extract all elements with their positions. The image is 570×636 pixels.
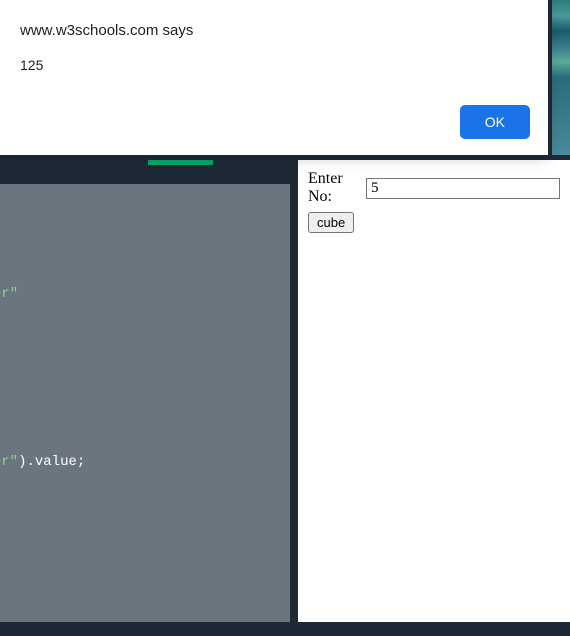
input-row: Enter No:: [308, 170, 560, 206]
background-strip: [552, 0, 570, 155]
code-editor-pane: e="text" id="number" > " value="cube" />…: [0, 160, 290, 636]
js-alert-dialog: www.w3schools.com says 125 OK: [0, 0, 548, 155]
code-area[interactable]: e="text" id="number" > " value="cube" />…: [0, 184, 290, 624]
alert-button-row: OK: [460, 105, 530, 139]
cube-button[interactable]: cube: [308, 212, 354, 233]
toolbar-accent-bar: [148, 160, 213, 165]
enter-no-label: Enter No:: [308, 170, 364, 206]
bottom-bar: [0, 622, 570, 636]
alert-message-text: 125: [20, 57, 528, 73]
code-text: e="text" id="number" > " value="cube" />…: [0, 284, 85, 515]
output-preview-pane: Enter No: cube: [290, 160, 570, 636]
alert-origin-text: www.w3schools.com says: [20, 22, 528, 39]
main-split: e="text" id="number" > " value="cube" />…: [0, 160, 570, 636]
alert-ok-button[interactable]: OK: [460, 105, 530, 139]
number-input[interactable]: [366, 178, 560, 199]
